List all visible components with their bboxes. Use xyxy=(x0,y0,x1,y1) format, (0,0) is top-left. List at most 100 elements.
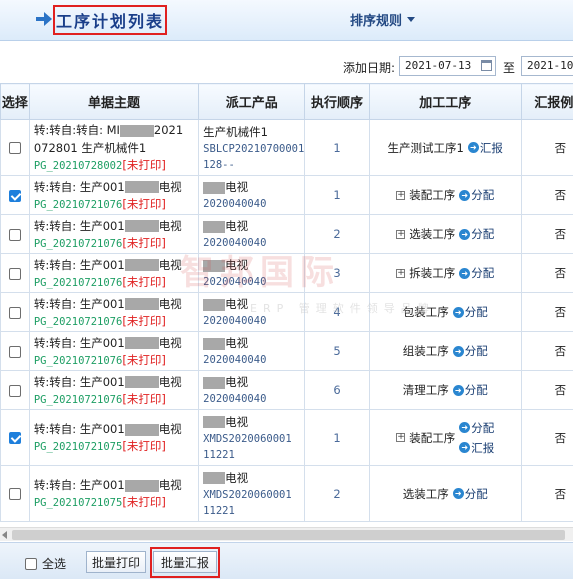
row-checkbox[interactable] xyxy=(8,142,21,154)
plan-code-line: PG_20210721075[未打印] xyxy=(30,438,198,455)
horizontal-scrollbar[interactable] xyxy=(0,527,573,541)
scroll-thumb[interactable] xyxy=(12,530,565,540)
subject-tail: 电视 xyxy=(158,374,182,389)
redacted-block xyxy=(124,220,159,232)
row-select-cell[interactable] xyxy=(0,292,30,332)
product-name-line: 电视 xyxy=(199,413,304,431)
row-checkbox[interactable] xyxy=(8,488,21,500)
subject-cell[interactable]: 转:转自: 生产001 电视 PG_20210721076[未打印] xyxy=(28,370,200,410)
product-code-2: 11221 xyxy=(203,504,235,517)
plan-code-line: PG_20210721076[未打印] xyxy=(30,313,198,330)
footer-bar: 全选 批量打印 批量汇报 xyxy=(0,542,573,579)
expand-icon[interactable]: + xyxy=(396,190,406,200)
row-checkbox[interactable] xyxy=(8,384,21,397)
assign-action[interactable]: ➜ 分配 xyxy=(452,486,488,502)
table-row[interactable]: 转:转自: 生产001 电视 PG_20210721076[未打印] 电视 202004… xyxy=(0,370,573,410)
col-header-select[interactable]: 选择 xyxy=(0,83,30,120)
table-row[interactable]: 转:转自: 生产001 电视 PG_20210721076[未打印] 电视 202004… xyxy=(0,292,573,332)
row-checkbox[interactable] xyxy=(8,345,21,358)
product-name-line: 电视 xyxy=(199,256,304,274)
table-row[interactable]: 转:转自: 生产001 电视 PG_20210721076[未打印] 电视 202004… xyxy=(0,253,573,293)
select-all-checkbox[interactable] xyxy=(25,557,37,570)
subject-text: 转:转自: 生产001 xyxy=(33,478,125,492)
col-header-product[interactable]: 派工产品 xyxy=(198,83,306,120)
table-row[interactable]: 转:转自:转自: MI 2021 072801 生产机械件1 PG_202107280… xyxy=(0,119,573,176)
row-select-cell[interactable] xyxy=(0,175,30,215)
sort-rules-dropdown[interactable]: 排序规则 xyxy=(350,10,416,29)
report-exception-cell: 否 xyxy=(520,370,573,410)
order-cell: 1 xyxy=(304,409,370,466)
chevron-down-icon xyxy=(407,17,416,22)
assign-action[interactable]: ➜ 分配 xyxy=(459,226,494,242)
expand-icon[interactable]: + xyxy=(396,433,406,442)
table-row[interactable]: 转:转自: 生产001 电视 PG_20210721075[未打印] 电视 XMDS20… xyxy=(0,409,573,466)
process-cell: 生产测试工序1 ➜ 汇报 xyxy=(368,119,522,176)
row-select-cell[interactable] xyxy=(0,465,30,522)
expand-icon[interactable]: + xyxy=(396,268,406,278)
subject-cell[interactable]: 转:转自: 生产001 电视 PG_20210721076[未打印] xyxy=(28,331,200,371)
subject-text: 转:转自:转自: MI xyxy=(33,123,120,137)
page-title: 工序计划列表 xyxy=(53,5,167,35)
subject-cell[interactable]: 转:转自: 生产001 电视 PG_20210721075[未打印] xyxy=(28,465,200,522)
row-select-cell[interactable] xyxy=(0,119,30,176)
row-select-cell[interactable] xyxy=(0,331,30,371)
product-cell: 电视 2020040040 xyxy=(198,370,306,410)
subject-cell[interactable]: 转:转自: 生产001 电视 PG_20210721076[未打印] xyxy=(28,253,200,293)
col-header-subject[interactable]: 单据主题 xyxy=(28,83,200,120)
row-select-cell[interactable] xyxy=(0,253,30,293)
date-to-input[interactable]: 2021-10- xyxy=(521,56,573,76)
row-checkbox[interactable] xyxy=(8,432,21,444)
calendar-icon[interactable] xyxy=(481,60,492,71)
subject-cell[interactable]: 转:转自: 生产001 电视 PG_20210721076[未打印] xyxy=(28,292,200,332)
table-row[interactable]: 转:转自: 生产001 电视 PG_20210721075[未打印] 电视 XMDS20… xyxy=(0,465,573,522)
subject-cell[interactable]: 转:转自: 生产001 电视 PG_20210721076[未打印] xyxy=(28,175,200,215)
assign-action[interactable]: ➜ 分配 xyxy=(459,420,494,436)
table-row[interactable]: 转:转自: 生产001 电视 PG_20210721076[未打印] 电视 202004… xyxy=(0,331,573,371)
assign-action[interactable]: ➜ 分配 xyxy=(452,343,488,359)
subject-tail: 2021 xyxy=(153,123,184,137)
process-name: 清理工序 xyxy=(402,383,449,397)
subject-cell[interactable]: 转:转自:转自: MI 2021 072801 生产机械件1 PG_202107280… xyxy=(28,119,200,176)
subject-cell[interactable]: 转:转自: 生产001 电视 PG_20210721075[未打印] xyxy=(28,409,200,466)
product-name-line: 电视 xyxy=(199,469,304,487)
row-select-cell[interactable] xyxy=(0,409,30,466)
row-checkbox[interactable] xyxy=(8,306,21,319)
plan-code-line: PG_20210721075[未打印] xyxy=(30,494,198,511)
process-wrap: 组装工序 ➜ 分配 xyxy=(370,343,521,359)
top-bar: 工序计划列表 排序规则 xyxy=(0,0,573,41)
subject-line: 转:转自:转自: MI 2021 xyxy=(30,121,198,139)
report-action[interactable]: ➜ 汇报 xyxy=(459,440,494,456)
product-name: 电视 xyxy=(225,258,249,272)
process-cell: 包装工序 ➜ 分配 xyxy=(368,292,522,332)
table-row[interactable]: 转:转自: 生产001 电视 PG_20210721076[未打印] 电视 202004… xyxy=(0,175,573,215)
order-cell: 4 xyxy=(304,292,370,332)
action-group: ➜ 分配 ➜ 汇报 xyxy=(459,420,494,456)
expand-icon[interactable]: + xyxy=(396,229,406,239)
row-select-cell[interactable] xyxy=(0,370,30,410)
arrow-circle-icon: ➜ xyxy=(467,142,479,153)
report-action[interactable]: ➜ 汇报 xyxy=(467,140,503,156)
row-select-cell[interactable] xyxy=(0,214,30,254)
subject-cell[interactable]: 转:转自: 生产001 电视 PG_20210721076[未打印] xyxy=(28,214,200,254)
scroll-left-arrow-icon[interactable] xyxy=(2,531,7,539)
row-checkbox[interactable] xyxy=(8,267,21,280)
batch-print-button[interactable]: 批量打印 xyxy=(86,551,146,573)
col-header-report[interactable]: 汇报例外 xyxy=(520,83,573,120)
sort-rules-label: 排序规则 xyxy=(350,14,403,29)
product-name-line: 电视 xyxy=(199,295,304,313)
assign-action[interactable]: ➜ 分配 xyxy=(459,265,494,281)
row-checkbox[interactable] xyxy=(8,228,21,241)
unprinted-badge: [未打印] xyxy=(122,235,166,250)
assign-action[interactable]: ➜ 分配 xyxy=(452,382,488,398)
col-header-process[interactable]: 加工工序 xyxy=(368,83,522,120)
row-checkbox[interactable] xyxy=(8,189,21,202)
assign-action[interactable]: ➜ 分配 xyxy=(452,304,488,320)
action-label: 分配 xyxy=(464,383,488,397)
select-all[interactable]: 全选 xyxy=(25,555,66,572)
table-row[interactable]: 转:转自: 生产001 电视 PG_20210721076[未打印] 电视 202004… xyxy=(0,214,573,254)
col-header-order[interactable]: 执行顺序 xyxy=(304,83,370,120)
batch-report-button[interactable]: 批量汇报 xyxy=(153,551,217,573)
assign-action[interactable]: ➜ 分配 xyxy=(459,187,494,203)
order-cell: 1 xyxy=(304,175,370,215)
product-code: 2020040040 xyxy=(203,198,267,210)
